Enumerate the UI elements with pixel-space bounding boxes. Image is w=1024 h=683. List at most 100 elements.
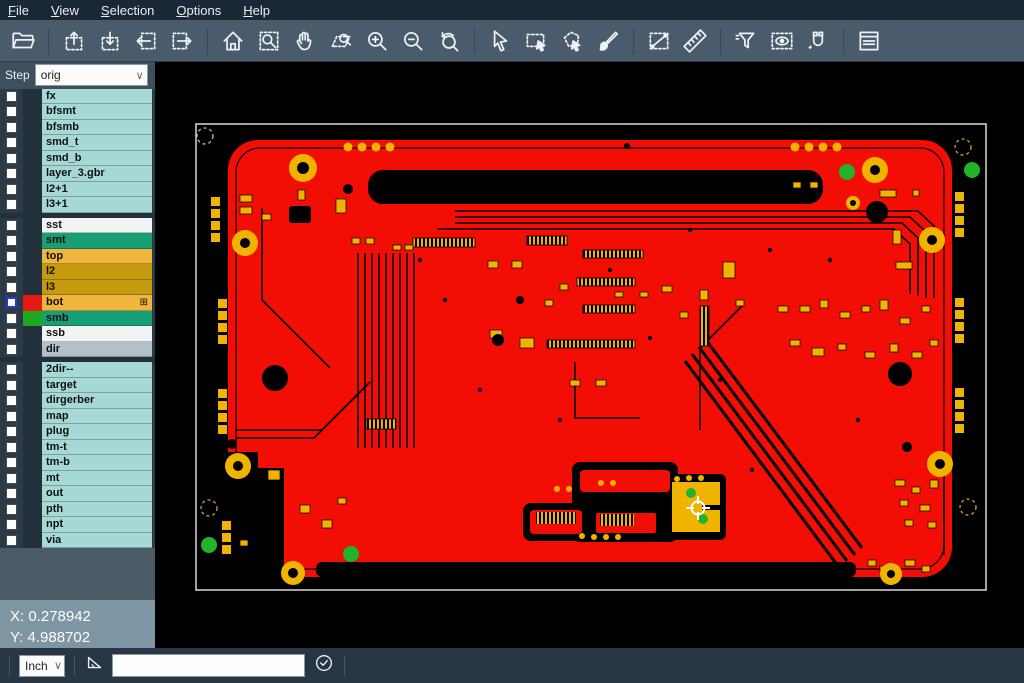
- layer-row-target[interactable]: target: [0, 378, 155, 394]
- layer-row-l3+1[interactable]: l3+1: [0, 197, 155, 213]
- menu-file[interactable]: File: [8, 3, 29, 18]
- import-right-button[interactable]: [165, 25, 199, 57]
- layer-color-swatch[interactable]: [23, 166, 42, 182]
- layer-color-swatch[interactable]: [23, 295, 42, 311]
- layer-color-swatch[interactable]: [23, 233, 42, 249]
- layer-checkbox[interactable]: [6, 535, 17, 546]
- command-input[interactable]: [112, 654, 305, 677]
- layer-color-swatch[interactable]: [23, 120, 42, 136]
- menu-help[interactable]: Help: [243, 3, 270, 18]
- layer-name[interactable]: out: [42, 486, 152, 502]
- layer-row-dirgerber[interactable]: dirgerber: [0, 393, 155, 409]
- layer-name[interactable]: l2+1: [42, 182, 152, 198]
- menu-options[interactable]: Options: [176, 3, 221, 18]
- layer-row-l3[interactable]: l3: [0, 280, 155, 296]
- layer-name[interactable]: mt: [42, 471, 152, 487]
- layer-row-l2[interactable]: l2: [0, 264, 155, 280]
- layer-row-sst[interactable]: sst: [0, 218, 155, 234]
- layer-checkbox[interactable]: [6, 411, 17, 422]
- layer-checkbox[interactable]: [6, 519, 17, 530]
- layer-checkbox[interactable]: [6, 282, 17, 293]
- layer-name[interactable]: bot⊞: [42, 295, 152, 311]
- zoom-in-button[interactable]: [360, 25, 394, 57]
- unit-select[interactable]: Inch ∨: [19, 655, 65, 677]
- layer-row-bfsmt[interactable]: bfsmt: [0, 104, 155, 120]
- layer-name[interactable]: smt: [42, 233, 152, 249]
- layer-color-swatch[interactable]: [23, 264, 42, 280]
- menu-view[interactable]: View: [51, 3, 79, 18]
- layer-color-swatch[interactable]: [23, 135, 42, 151]
- layer-name[interactable]: bfsmt: [42, 104, 152, 120]
- layers-panel-button[interactable]: [852, 25, 886, 57]
- layer-row-map[interactable]: map: [0, 409, 155, 425]
- layer-row-smb[interactable]: smb: [0, 311, 155, 327]
- layer-name[interactable]: smb: [42, 311, 152, 327]
- layer-checkbox[interactable]: [6, 473, 17, 484]
- drag-zoom-button[interactable]: [324, 25, 358, 57]
- brush-button[interactable]: [591, 25, 625, 57]
- layer-name[interactable]: plug: [42, 424, 152, 440]
- layer-checkbox[interactable]: [6, 364, 17, 375]
- pcb-canvas[interactable]: [155, 62, 1024, 648]
- layer-checkbox[interactable]: [6, 328, 17, 339]
- layer-color-swatch[interactable]: [23, 218, 42, 234]
- layer-row-smt[interactable]: smt: [0, 233, 155, 249]
- layer-name[interactable]: via: [42, 533, 152, 549]
- select-rect-button[interactable]: [519, 25, 553, 57]
- layer-row-bot[interactable]: bot⊞: [0, 295, 155, 311]
- layer-checkbox[interactable]: [6, 457, 17, 468]
- layer-name[interactable]: ssb: [42, 326, 152, 342]
- layer-color-swatch[interactable]: [23, 104, 42, 120]
- layer-color-swatch[interactable]: [23, 362, 42, 378]
- layer-checkbox[interactable]: [6, 220, 17, 231]
- layer-name[interactable]: map: [42, 409, 152, 425]
- layer-name[interactable]: l3+1: [42, 197, 152, 213]
- layer-name[interactable]: l2: [42, 264, 152, 280]
- layer-row-layer_3.gbr[interactable]: layer_3.gbr: [0, 166, 155, 182]
- layer-color-swatch[interactable]: [23, 249, 42, 265]
- select-poly-button[interactable]: [555, 25, 589, 57]
- layer-row-top[interactable]: top: [0, 249, 155, 265]
- layer-checkbox[interactable]: [6, 91, 17, 102]
- layer-name[interactable]: bfsmb: [42, 120, 152, 136]
- layer-row-out[interactable]: out: [0, 486, 155, 502]
- import-left-button[interactable]: [129, 25, 163, 57]
- layer-checkbox[interactable]: [6, 297, 17, 308]
- apply-icon[interactable]: [313, 652, 335, 679]
- layer-color-swatch[interactable]: [23, 471, 42, 487]
- layer-checkbox[interactable]: [6, 344, 17, 355]
- layer-checkbox[interactable]: [6, 235, 17, 246]
- layer-checkbox[interactable]: [6, 153, 17, 164]
- layer-row-tm-b[interactable]: tm-b: [0, 455, 155, 471]
- menu-selection[interactable]: Selection: [101, 3, 154, 18]
- layer-name[interactable]: dirgerber: [42, 393, 152, 409]
- layer-color-swatch[interactable]: [23, 455, 42, 471]
- layer-row-smd_t[interactable]: smd_t: [0, 135, 155, 151]
- layer-row-smd_b[interactable]: smd_b: [0, 151, 155, 167]
- layer-color-swatch[interactable]: [23, 502, 42, 518]
- layer-checkbox[interactable]: [6, 122, 17, 133]
- layer-name[interactable]: layer_3.gbr: [42, 166, 152, 182]
- import-up-button[interactable]: [57, 25, 91, 57]
- layer-color-swatch[interactable]: [23, 424, 42, 440]
- layer-checkbox[interactable]: [6, 504, 17, 515]
- zoom-previous-button[interactable]: [432, 25, 466, 57]
- layer-row-npt[interactable]: npt: [0, 517, 155, 533]
- home-button[interactable]: [216, 25, 250, 57]
- measure-button[interactable]: [642, 25, 676, 57]
- layer-color-swatch[interactable]: [23, 280, 42, 296]
- layer-color-swatch[interactable]: [23, 89, 42, 105]
- ruler-button[interactable]: [678, 25, 712, 57]
- layer-row-mt[interactable]: mt: [0, 471, 155, 487]
- layer-row-dir[interactable]: dir: [0, 342, 155, 358]
- layer-row-fx[interactable]: fx: [0, 89, 155, 105]
- layer-color-swatch[interactable]: [23, 342, 42, 358]
- zoom-area-button[interactable]: [252, 25, 286, 57]
- view-eye-button[interactable]: [765, 25, 799, 57]
- layer-checkbox[interactable]: [6, 380, 17, 391]
- layer-row-ssb[interactable]: ssb: [0, 326, 155, 342]
- layer-color-swatch[interactable]: [23, 326, 42, 342]
- layer-checkbox[interactable]: [6, 266, 17, 277]
- layer-checkbox[interactable]: [6, 251, 17, 262]
- snap-magnet-button[interactable]: [801, 25, 835, 57]
